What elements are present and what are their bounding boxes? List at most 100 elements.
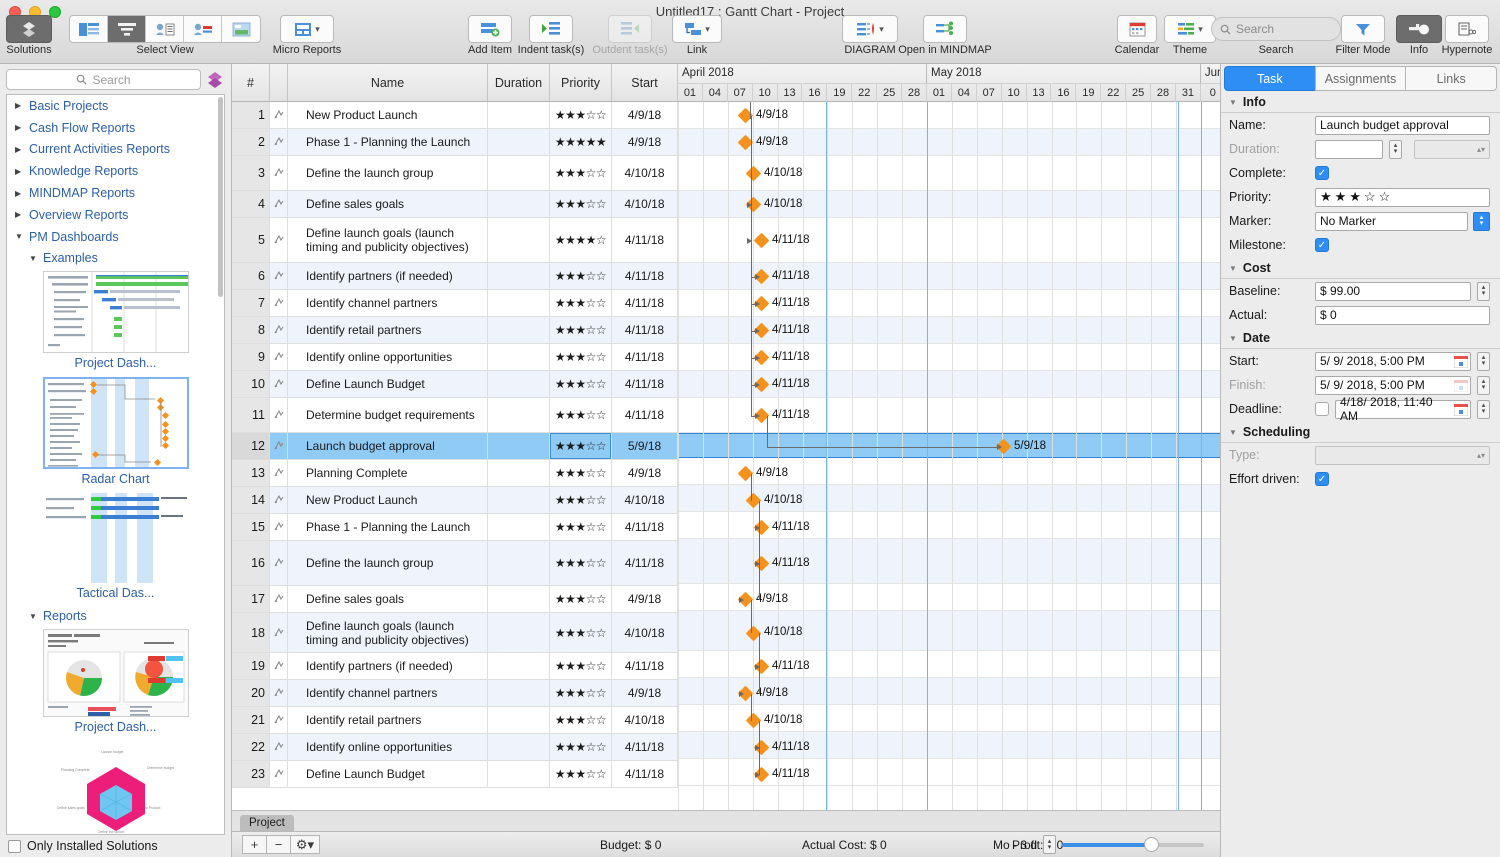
task-type-icon[interactable] [270,653,288,679]
chevron-down-icon[interactable]: ▾ [1198,24,1203,35]
task-duration[interactable] [488,218,550,262]
tab-links[interactable]: Links [1405,66,1497,91]
task-type-icon[interactable] [270,613,288,652]
indent-tasks-button[interactable]: Indent task(s) [516,16,586,56]
task-type-icon[interactable] [270,344,288,370]
view-option-gantt-icon[interactable] [108,16,146,42]
table-row[interactable]: 7Identify channel partners★★★☆☆4/11/18 [232,290,678,317]
view-segmented-control[interactable] [69,15,261,43]
solutions-button[interactable]: Solutions [6,16,52,56]
task-name[interactable]: Define launch goals (launch timing and p… [288,218,488,262]
task-name[interactable]: Identify channel partners [288,680,488,706]
duration-input[interactable] [1315,140,1383,159]
task-name[interactable]: Launch budget approval [288,433,488,459]
baseline-input[interactable]: $ 99.00 [1315,282,1471,301]
task-start[interactable]: 4/11/18 [612,290,678,316]
task-name[interactable]: Define the launch group [288,156,488,190]
table-row[interactable]: 4Define sales goals★★★☆☆4/10/18 [232,191,678,218]
deadline-date-input[interactable]: 4/18/ 2018, 11:40 AM [1335,400,1471,419]
zoom-slider-knob[interactable] [1144,837,1159,852]
marker-select-arrows[interactable]: ▴▾ [1473,212,1490,231]
zoom-slider[interactable] [1062,843,1204,847]
task-duration[interactable] [488,514,550,540]
hypernote-button[interactable]: Hypernote [1434,16,1500,56]
micro-reports-button[interactable]: ▾ Micro Reports [266,16,348,56]
task-type-icon[interactable] [270,129,288,155]
calendar-icon[interactable] [1454,356,1468,371]
view-option-table-icon[interactable] [70,16,108,42]
view-option-resource-sheet-icon[interactable] [146,16,184,42]
task-name[interactable]: Define launch goals (launch timing and p… [288,613,488,652]
table-row[interactable]: 10Define Launch Budget★★★☆☆4/11/18 [232,371,678,398]
task-type-icon[interactable] [270,317,288,343]
row-settings-gear-icon[interactable]: ⚙▾ [290,835,320,854]
task-start[interactable]: 4/11/18 [612,317,678,343]
sidebar-search-input[interactable]: Search [6,69,201,90]
task-duration[interactable] [488,734,550,760]
start-date-stepper[interactable]: ▴▾ [1477,352,1490,371]
table-row[interactable]: 21Identify retail partners★★★☆☆4/10/18 [232,707,678,734]
task-start[interactable]: 4/9/18 [612,586,678,612]
task-duration[interactable] [488,680,550,706]
task-duration[interactable] [488,290,550,316]
task-start[interactable]: 4/11/18 [612,263,678,289]
task-name[interactable]: Define sales goals [288,586,488,612]
task-duration[interactable] [488,460,550,486]
task-type-icon[interactable] [270,156,288,190]
task-priority[interactable]: ★★★☆☆ [550,680,612,706]
task-start[interactable]: 4/10/18 [612,487,678,513]
table-row[interactable]: 22Identify online opportunities★★★☆☆4/11… [232,734,678,761]
task-priority[interactable]: ★★★★★ [550,129,612,155]
sidebar-item-mindmap-reports[interactable]: ▶ MINDMAP Reports [7,182,224,204]
task-start[interactable]: 4/11/18 [612,653,678,679]
table-row[interactable]: 2Phase 1 - Planning the Launch★★★★★4/9/1… [232,129,678,156]
task-duration[interactable] [488,156,550,190]
name-input[interactable]: Launch budget approval [1315,116,1490,135]
chevron-down-icon[interactable]: ▼ [1229,98,1237,107]
select-view-button[interactable]: Select View [62,16,268,56]
chevron-right-icon[interactable]: ▶ [15,145,25,154]
task-name[interactable]: Identify partners (if needed) [288,263,488,289]
chevron-right-icon[interactable]: ▶ [15,210,25,219]
baseline-stepper[interactable]: ▴▾ [1477,282,1490,301]
task-type-icon[interactable] [270,290,288,316]
task-priority[interactable]: ★★★☆☆ [550,191,612,217]
table-row[interactable]: 23Define Launch Budget★★★☆☆4/11/18 [232,761,678,788]
task-priority[interactable]: ★★★☆☆ [550,734,612,760]
column-header-priority[interactable]: Priority [550,64,612,101]
task-duration[interactable] [488,129,550,155]
task-priority[interactable]: ★★★★☆ [550,218,612,262]
finish-date-input[interactable]: 5/ 9/ 2018, 5:00 PM [1315,376,1471,395]
task-start[interactable]: 4/11/18 [612,398,678,432]
task-duration[interactable] [488,371,550,397]
task-start[interactable]: 4/10/18 [612,707,678,733]
view-option-resource-usage-icon[interactable] [184,16,222,42]
task-priority[interactable]: ★★★☆☆ [550,653,612,679]
task-priority[interactable]: ★★★☆☆ [550,156,612,190]
task-type-icon[interactable] [270,586,288,612]
task-duration[interactable] [488,613,550,652]
sidebar-item-pm-dashboards[interactable]: ▼ PM Dashboards [7,226,224,248]
filter-mode-button[interactable]: Filter Mode [1330,16,1396,56]
task-name[interactable]: Planning Complete [288,460,488,486]
chevron-down-icon[interactable]: ▾ [315,24,320,35]
table-row[interactable]: 6Identify partners (if needed)★★★☆☆4/11/… [232,263,678,290]
task-priority[interactable]: ★★★☆☆ [550,514,612,540]
task-type-icon[interactable] [270,761,288,787]
task-type-icon[interactable] [270,514,288,540]
task-start[interactable]: 4/11/18 [612,761,678,787]
task-start[interactable]: 4/10/18 [612,191,678,217]
task-type-icon[interactable] [270,460,288,486]
actual-input[interactable]: $ 0 [1315,306,1490,325]
task-duration[interactable] [488,263,550,289]
zoom-control[interactable]: Mo - 3 d ▴▾ [993,835,1204,854]
task-duration[interactable] [488,487,550,513]
chevron-down-icon[interactable]: ▾ [879,24,884,35]
chevron-right-icon[interactable]: ▶ [15,167,25,176]
task-type-icon[interactable] [270,398,288,432]
task-name[interactable]: Define the launch group [288,541,488,585]
chevron-down-icon[interactable]: ▼ [15,232,25,241]
task-duration[interactable] [488,586,550,612]
timeline-row[interactable] [678,433,1220,458]
open-in-mindmap-button[interactable]: Open in MINDMAP [900,16,990,56]
